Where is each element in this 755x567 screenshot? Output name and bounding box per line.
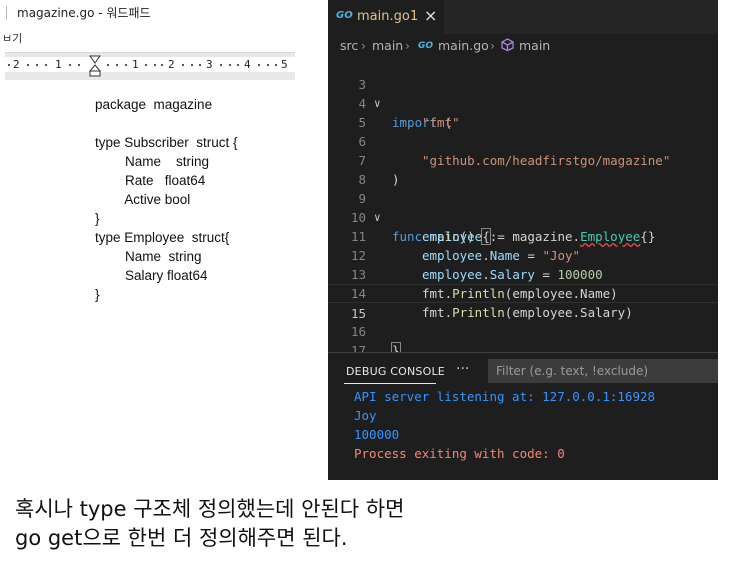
chevron-right-icon: › <box>405 38 410 53</box>
code-line-current: 15 <box>328 284 718 321</box>
console-output-line: Process exiting with code: 0 <box>354 446 565 461</box>
code-line: 11 employee.Name = "Joy" <box>328 208 718 263</box>
wordpad-window: magazine.go - 워드패드 ㅂ기 2 1 1 2 3 4 5 pack… <box>0 0 327 480</box>
problem-count-badge: 1 <box>410 9 419 24</box>
tab-debug-console[interactable]: DEBUG CONSOLE <box>346 365 445 378</box>
document-line: type Employee struct{ <box>95 230 230 245</box>
chevron-right-icon: › <box>361 38 366 53</box>
caption-text: 혹시나 type 구조체 정의했는데 안된다 하면 go get으로 한번 더 … <box>15 495 404 553</box>
document-body[interactable]: package magazine type Subscriber struct … <box>95 95 238 304</box>
document-line: } <box>95 211 100 226</box>
code-line: 10 employee := magazine.Employee{} <box>328 189 718 244</box>
ruler-label: 5 <box>281 58 288 71</box>
document-line: Salary float64 <box>95 268 208 283</box>
document-line: type Subscriber struct { <box>95 135 238 150</box>
document-line: package magazine <box>95 97 213 112</box>
indent-marker-icon[interactable] <box>89 55 101 77</box>
window-title: magazine.go - 워드패드 <box>17 6 151 20</box>
document-line: Name string <box>95 154 210 169</box>
code-line: 6 "github.com/headfirstgo/magazine" <box>328 113 718 168</box>
code-line: 13 fmt.Println(employee.Name) <box>328 246 718 301</box>
wordpad-titlebar: magazine.go - 워드패드 <box>0 0 327 24</box>
breadcrumb-symbol[interactable]: main <box>519 38 550 53</box>
ruler-label: 3 <box>206 58 213 71</box>
ruler-band <box>5 57 295 72</box>
document-line: Active bool <box>95 192 191 207</box>
document-line: Rate float64 <box>95 173 206 188</box>
ruler-label: 1 <box>132 58 139 71</box>
caption-line: go get으로 한번 더 정의해주면 된다. <box>15 526 348 550</box>
close-icon[interactable]: × <box>424 6 437 25</box>
code-line: 8 <box>328 151 718 187</box>
caption-line: 혹시나 type 구조체 정의했는데 안된다 하면 <box>15 497 405 521</box>
document-line: Name string <box>95 249 202 264</box>
code-line: 7 ) <box>328 132 718 187</box>
tab-filename: main.go <box>357 9 410 24</box>
ruler[interactable]: 2 1 1 2 3 4 5 <box>5 52 295 80</box>
code-line: 3 ∨ import ( <box>328 56 718 130</box>
editor-tabbar: GO main.go 1 × <box>328 0 718 34</box>
ruler-label: 2 <box>13 58 20 71</box>
code-line: 5 <box>328 94 718 130</box>
go-file-icon: GO <box>418 41 434 51</box>
console-output-line: 100000 <box>354 427 400 442</box>
active-tab-indicator <box>344 383 436 384</box>
code-line: 17 <box>328 322 718 358</box>
code-line: 16 } <box>328 303 718 359</box>
more-actions-icon[interactable]: ··· <box>456 361 469 377</box>
titlebar-separator <box>6 6 7 20</box>
vscode-window: GO main.go 1 × src › main › GO main.go ›… <box>328 0 718 480</box>
console-output-line: API server listening at: 127.0.0.1:16928 <box>354 389 656 404</box>
code-line: 12 employee.Salary = 100000 <box>328 227 718 282</box>
filter-placeholder: Filter (e.g. text, !exclude) <box>496 364 649 378</box>
code-line: 9 ∨ func main() { <box>328 170 718 245</box>
ruler-label: 1 <box>55 58 62 71</box>
breadcrumb-src[interactable]: src <box>340 38 358 53</box>
menu-item-view[interactable]: ㅂ기 <box>2 30 22 46</box>
chevron-right-icon: › <box>490 38 495 53</box>
debug-console-panel: DEBUG CONSOLE ··· Filter (e.g. text, !ex… <box>328 352 718 480</box>
symbol-cube-icon <box>501 38 514 54</box>
code-editor[interactable]: 3 ∨ import ( 4 "fmt" 5 6 "github.com/hea… <box>328 56 718 359</box>
ruler-label: 2 <box>168 58 175 71</box>
document-line: } <box>95 287 100 302</box>
go-file-icon: GO <box>336 10 353 21</box>
breadcrumb: src › main › GO main.go › main <box>328 34 718 56</box>
breadcrumb-file[interactable]: main.go <box>438 38 489 53</box>
breadcrumb-main-folder[interactable]: main <box>372 38 403 53</box>
filter-input[interactable]: Filter (e.g. text, !exclude) <box>488 359 718 383</box>
ruler-label: 4 <box>244 58 251 71</box>
console-output-line: Joy <box>354 408 377 423</box>
code-line: 4 "fmt" <box>328 75 718 130</box>
code-line: 14 fmt.Println(employee.Salary) <box>328 265 718 320</box>
tab-main-go[interactable]: GO main.go 1 × <box>328 0 444 34</box>
